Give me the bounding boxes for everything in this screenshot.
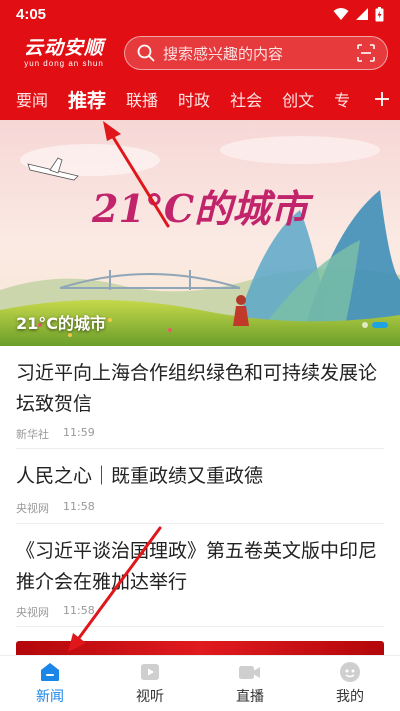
tab-chuangwen[interactable]: 创文 [282,87,314,111]
news-source: 新华社 [16,428,49,441]
nav-live[interactable]: 直播 [200,656,300,711]
app-logo: 云动安顺 yun dong an shun [14,37,114,69]
battery-icon [375,6,384,21]
scan-icon[interactable] [357,44,375,62]
app-header: 云动安顺 yun dong an shun 搜索感兴趣的内容 [0,28,400,78]
tab-lianbo[interactable]: 联播 [126,87,158,111]
status-time: 4:05 [16,5,47,23]
news-time: 11:58 [63,500,95,513]
news-time: 11:59 [63,426,95,439]
nav-label: 我的 [336,689,364,705]
logo-pinyin: yun dong an shun [24,59,104,68]
add-channel-button[interactable] [364,78,400,120]
search-bar[interactable]: 搜索感兴趣的内容 [124,36,388,70]
status-icons [333,6,384,22]
signal-icon [356,8,368,20]
news-source: 央视网 [16,606,49,619]
carousel-indicators [362,322,388,328]
news-title: 人民之心｜既重政绩又重政德 [16,465,264,487]
tab-yaowen[interactable]: 要闻 [16,87,48,111]
carousel-dot [362,322,368,328]
news-meta: 央视网 11:58 [16,604,384,620]
news-source: 央视网 [16,502,49,515]
tab-tuijian[interactable]: 推荐 [68,86,106,113]
status-bar: 4:05 [0,0,400,28]
carousel-dot-active [372,322,388,328]
banner-carousel[interactable]: 21°C的城市 21°C的城市 [0,120,400,346]
news-title: 《习近平谈治国理政》第五卷英文版中印尼推介会在雅加达举行 [16,540,378,593]
news-meta: 央视网 11:58 [16,500,384,516]
nav-news[interactable]: 新闻 [0,656,100,711]
tab-shizheng[interactable]: 时政 [178,87,210,111]
news-title: 习近平向上海合作组织绿色和可持续发展论坛致贺信 [16,362,378,415]
search-icon [137,44,155,62]
search-placeholder: 搜索感兴趣的内容 [163,44,284,63]
news-item[interactable]: 人民之心｜既重政绩又重政德 央视网 11:58 [16,449,384,524]
nav-label: 直播 [236,689,264,705]
banner-art-title: 21°C的城市 [91,186,314,231]
nav-mine[interactable]: 我的 [300,656,400,711]
tab-shehui[interactable]: 社会 [230,87,262,111]
news-list: 习近平向上海合作组织绿色和可持续发展论坛致贺信 新华社 11:59 人民之心｜既… [0,346,400,665]
nav-label: 视听 [136,689,164,705]
channel-tabs: 要闻 推荐 联播 时政 社会 创文 专 [0,78,400,120]
nav-label: 新闻 [36,689,64,705]
news-item[interactable]: 习近平向上海合作组织绿色和可持续发展论坛致贺信 新华社 11:59 [16,346,384,449]
plus-icon [375,92,389,106]
logo-text: 云动安顺 [23,37,104,59]
profile-icon [340,662,360,682]
news-meta: 新华社 11:59 [16,426,384,442]
home-icon [41,663,59,681]
play-icon [141,664,159,680]
tab-zhuan[interactable]: 专 [334,87,350,111]
nav-audiovisual[interactable]: 视听 [100,656,200,711]
news-time: 11:58 [63,604,95,617]
news-item[interactable]: 《习近平谈治国理政》第五卷英文版中印尼推介会在雅加达举行 央视网 11:58 [16,524,384,627]
bottom-navigation: 新闻 视听 直播 我的 [0,655,400,711]
video-camera-icon [239,666,260,679]
banner-caption: 21°C的城市 [16,314,107,333]
wifi-icon [333,8,349,20]
